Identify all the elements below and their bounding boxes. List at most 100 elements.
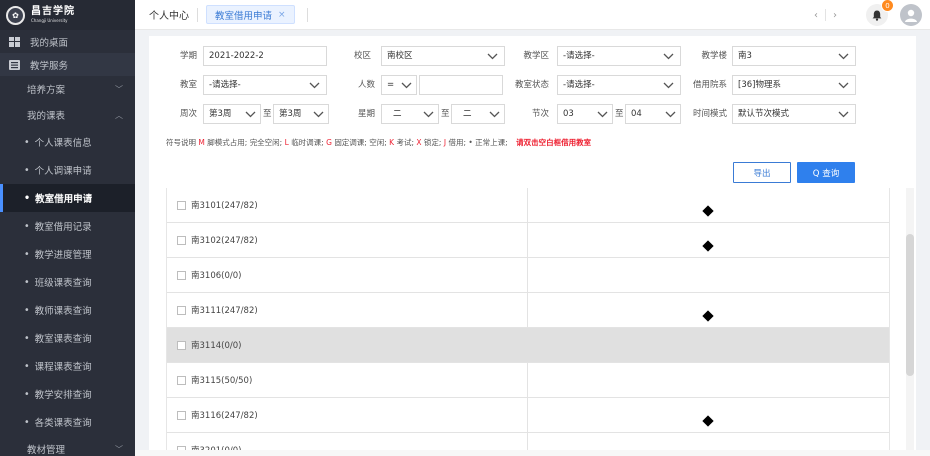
bell-icon	[872, 10, 882, 21]
schedule-slot-cell[interactable]	[528, 363, 889, 397]
room-name-cell: 南3111(247/82)	[167, 293, 528, 327]
term-label: 学期	[179, 51, 197, 61]
close-icon[interactable]: ×	[278, 10, 286, 20]
term-input[interactable]: 2021-2022-2	[203, 46, 327, 66]
schedule-slot-cell[interactable]	[528, 398, 889, 432]
dept-label: 借用院系	[692, 80, 727, 90]
export-button[interactable]: 导出	[733, 162, 791, 183]
tab-classroom-borrow[interactable]: 教室借用申请 ×	[206, 5, 295, 24]
occupied-diamond-icon	[702, 310, 714, 322]
sidebar-item-teaching-progress[interactable]: • 教学进度管理	[0, 240, 135, 268]
room-name-cell: 南3115(50/50)	[167, 363, 528, 397]
period-from-select[interactable]: 03	[557, 104, 613, 124]
sidebar-item-arrangement[interactable]: • 教学安排查询	[0, 380, 135, 408]
schedule-slot-cell[interactable]	[528, 328, 889, 362]
sidebar-item-teacher-schedule[interactable]: • 教师课表查询	[0, 296, 135, 324]
symbol-legend: 符号说明 M 脚模式占用; 完全空闲; L 临时调课; G 固定调课; 空闲; …	[166, 138, 592, 147]
main-panel: 学期 2021-2022-2 校区 南校区 教学区 -请选择- 教学楼 南3 教…	[149, 36, 916, 456]
room-checkbox[interactable]	[177, 375, 186, 385]
table-row[interactable]: 南3111(247/82)	[167, 293, 889, 328]
chevron-left-icon[interactable]: ‹	[807, 6, 825, 24]
room-name: 南3115(50/50)	[191, 376, 253, 386]
table-row[interactable]: 南3115(50/50)	[167, 363, 889, 398]
list-icon	[9, 59, 20, 70]
room-name: 南3116(247/82)	[191, 411, 258, 421]
sidebar-item-personal-reschedule[interactable]: • 个人调课申请	[0, 156, 135, 184]
room-checkbox[interactable]	[177, 235, 186, 245]
schedule-slot-cell[interactable]	[528, 188, 889, 222]
filter-row-3: 周次 第3周 至 第3周 星期 二 至 二 节次 03 至 04 时间模式 默认…	[149, 104, 916, 124]
table-row[interactable]: 南3114(0/0)	[167, 328, 889, 363]
room-checkbox[interactable]	[177, 200, 186, 210]
sidebar-item-all-schedules[interactable]: • 各类课表查询	[0, 408, 135, 436]
day-from-select[interactable]: 二	[381, 104, 439, 124]
chevron-down-icon	[400, 76, 412, 94]
dept-select[interactable]: [36]物理系	[732, 75, 856, 95]
sidebar-item-classroom-borrow[interactable]: • 教室借用申请	[0, 184, 135, 212]
sidebar-item-borrow-records[interactable]: • 教室借用记录	[0, 212, 135, 240]
campus-select[interactable]: 南校区	[381, 46, 505, 66]
sidebar-item-class-schedule[interactable]: • 班级课表查询	[0, 268, 135, 296]
chevron-down-icon	[837, 76, 849, 94]
avatar[interactable]	[900, 4, 922, 26]
sidebar-item-room-schedule[interactable]: • 教室课表查询	[0, 324, 135, 352]
chevron-down-icon	[837, 105, 849, 123]
room-name-cell: 南3102(247/82)	[167, 223, 528, 257]
sidebar-item-desktop[interactable]: 我的桌面	[0, 30, 135, 53]
sidebar-item-teaching-service[interactable]: 教学服务	[0, 53, 135, 76]
room-select[interactable]: -请选择-	[203, 75, 327, 95]
day-to-select[interactable]: 二	[451, 104, 505, 124]
room-name-cell: 南3106(0/0)	[167, 258, 528, 292]
table-row[interactable]: 南3106(0/0)	[167, 258, 889, 293]
sidebar-item-course-schedule[interactable]: • 课程课表查询	[0, 352, 135, 380]
people-input[interactable]	[419, 75, 503, 95]
notification-button[interactable]: 0	[866, 0, 894, 26]
table-row[interactable]: 南3102(247/82)	[167, 223, 889, 258]
building-select[interactable]: 南3	[732, 46, 856, 66]
status-select[interactable]: -请选择-	[557, 75, 681, 95]
sidebar-item-personal-schedule[interactable]: • 个人课表信息	[0, 128, 135, 156]
sidebar-item-label: 我的课表	[27, 111, 66, 122]
sidebar-item-textbook[interactable]: 教材管理 ﹀	[0, 436, 135, 456]
sidebar-item-my-schedule[interactable]: 我的课表 ︿	[0, 102, 135, 128]
period-label: 节次	[531, 109, 549, 119]
chevron-down-icon	[662, 47, 674, 65]
room-checkbox[interactable]	[177, 270, 186, 280]
time-mode-select[interactable]: 默认节次模式	[732, 104, 856, 124]
area-select[interactable]: -请选择-	[557, 46, 681, 66]
period-to-select[interactable]: 04	[625, 104, 681, 124]
people-operator-select[interactable]: =	[381, 75, 417, 95]
scrollbar[interactable]	[906, 188, 914, 456]
filter-row-2: 教室 -请选择- 人数 = 教室状态 -请选择- 借用院系 [36]物理系	[149, 75, 916, 95]
table-row[interactable]: 南3101(247/82)	[167, 188, 889, 223]
schedule-slot-cell[interactable]	[528, 258, 889, 292]
chevron-right-icon[interactable]: ›	[826, 6, 844, 24]
week-to-select[interactable]: 第3周	[273, 104, 329, 124]
campus-label: 校区	[353, 51, 371, 61]
room-name: 南3106(0/0)	[191, 271, 242, 281]
room-checkbox[interactable]	[177, 305, 186, 315]
room-grid: 南3101(247/82) 南3102(247/82) 南3106(0/0) 南311…	[166, 188, 890, 456]
query-button[interactable]: Q 查询	[797, 162, 855, 183]
area-label: 教学区	[523, 51, 549, 61]
user-icon	[905, 9, 917, 22]
scrollbar-thumb[interactable]	[906, 234, 914, 376]
schedule-slot-cell[interactable]	[528, 293, 889, 327]
horizontal-scrollbar[interactable]	[135, 450, 930, 456]
room-checkbox[interactable]	[177, 410, 186, 420]
room-label: 教室	[179, 80, 197, 90]
week-from-select[interactable]: 第3周	[203, 104, 261, 124]
room-name-cell: 南3101(247/82)	[167, 188, 528, 222]
building-label: 教学楼	[701, 51, 727, 61]
schedule-slot-cell[interactable]	[528, 223, 889, 257]
home-link[interactable]: 个人中心	[149, 7, 189, 22]
sidebar-item-training-plan[interactable]: 培养方案 ﹀	[0, 76, 135, 102]
topbar: 个人中心 教室借用申请 × ‹ › 0	[135, 0, 930, 30]
room-name: 南3114(0/0)	[191, 341, 242, 351]
time-mode-label: 时间模式	[692, 109, 727, 119]
sidebar: ✿ 昌吉学院 Changji University 我的桌面 教学服务 培养方案…	[0, 0, 135, 456]
table-row[interactable]: 南3116(247/82)	[167, 398, 889, 433]
chevron-down-icon	[486, 47, 498, 65]
chevron-up-icon: ︿	[115, 110, 123, 120]
room-checkbox[interactable]	[177, 340, 186, 350]
